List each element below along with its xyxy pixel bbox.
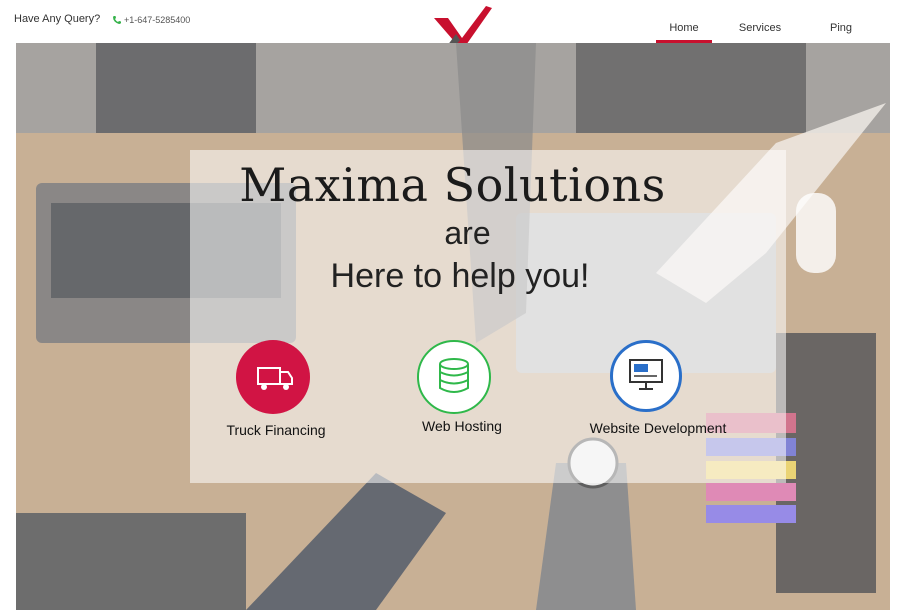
- truck-icon[interactable]: [236, 340, 310, 414]
- truck-financing-label: Truck Financing: [226, 422, 326, 438]
- hero-title: Maxima Solutions: [239, 158, 666, 212]
- website-development-label: Website Development: [589, 420, 727, 436]
- phone-link[interactable]: +1-647-5285400: [112, 15, 190, 25]
- nav-home[interactable]: Home: [656, 22, 712, 43]
- web-hosting-label: Web Hosting: [422, 418, 502, 434]
- database-icon[interactable]: [417, 340, 491, 414]
- phone-number: +1-647-5285400: [124, 15, 191, 25]
- hero-subtitle-help: Here to help you!: [330, 257, 590, 295]
- nav-services[interactable]: Services: [735, 22, 785, 34]
- query-text: Have Any Query?: [14, 13, 101, 25]
- phone-icon: [113, 16, 121, 24]
- top-bar: Have Any Query? +1-647-5285400 Home Serv…: [0, 0, 905, 58]
- monitor-icon[interactable]: [610, 340, 682, 412]
- nav-ping[interactable]: Ping: [825, 22, 857, 34]
- hero-subtitle-are: are: [444, 215, 491, 251]
